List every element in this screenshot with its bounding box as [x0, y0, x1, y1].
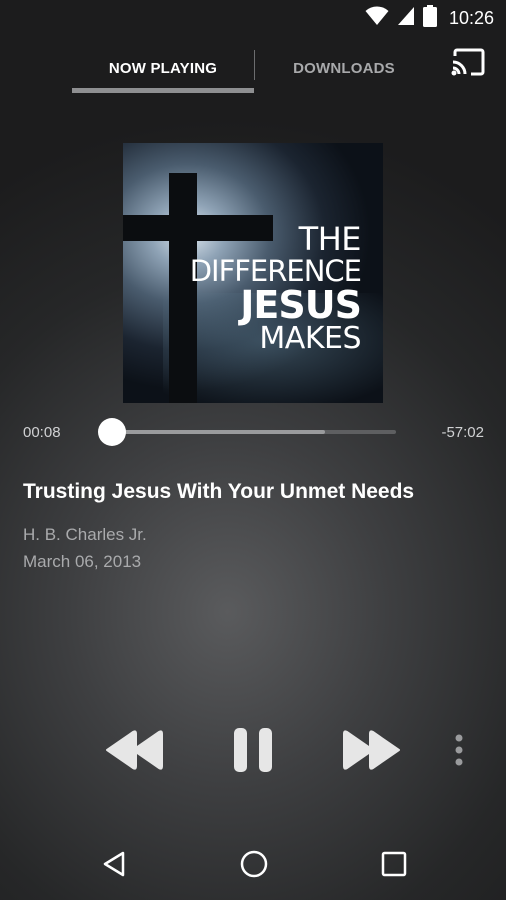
- seek-bar[interactable]: [112, 430, 396, 434]
- seek-buffer: [112, 430, 325, 434]
- rewind-icon: [103, 728, 167, 777]
- more-vert-icon: [454, 733, 464, 772]
- wifi-icon: [365, 6, 389, 31]
- recents-icon: [381, 851, 407, 882]
- navigation-bar: [0, 832, 506, 900]
- status-time: 10:26: [448, 7, 494, 28]
- battery-icon: [422, 4, 437, 32]
- playback-controls: [0, 720, 506, 784]
- fast-forward-icon: [339, 728, 403, 777]
- recents-button[interactable]: [364, 844, 424, 888]
- fast-forward-button[interactable]: [336, 720, 406, 784]
- tab-divider: [254, 50, 255, 80]
- pause-button[interactable]: [222, 720, 286, 784]
- home-button[interactable]: [224, 844, 284, 888]
- back-button[interactable]: [84, 844, 144, 888]
- rewind-button[interactable]: [100, 720, 170, 784]
- seek-thumb[interactable]: [98, 418, 126, 446]
- album-art-text: THE DIFFERENCE JESUS MAKES: [189, 220, 362, 356]
- more-options-button[interactable]: [444, 720, 474, 784]
- tab-now-playing[interactable]: NOW PLAYING: [72, 44, 254, 92]
- album-art-line-4: MAKES: [259, 321, 361, 356]
- album-art-line-1: THE: [298, 220, 362, 258]
- elapsed-time: 00:08: [23, 424, 61, 441]
- album-art: THE DIFFERENCE JESUS MAKES: [123, 143, 383, 403]
- status-bar: 10:26: [0, 0, 506, 36]
- album-art-line-2: DIFFERENCE: [189, 254, 362, 288]
- track-artist: H. B. Charles Jr.: [23, 525, 147, 544]
- tab-downloads[interactable]: DOWNLOADS: [256, 44, 432, 92]
- home-icon: [239, 849, 269, 884]
- album-art-line-3: JESUS: [240, 283, 362, 327]
- cast-icon: [451, 48, 485, 81]
- status-icons: 10:26: [365, 4, 494, 32]
- cast-button[interactable]: [450, 48, 486, 80]
- pause-icon: [232, 726, 276, 779]
- track-title: Trusting Jesus With Your Unmet Needs: [23, 480, 415, 503]
- remaining-time: -57:02: [441, 424, 484, 441]
- tab-bar: NOW PLAYING DOWNLOADS: [72, 44, 432, 96]
- track-date: March 06, 2013: [23, 552, 142, 571]
- signal-icon: [397, 6, 415, 31]
- tab-indicator: [72, 88, 254, 93]
- back-icon: [101, 850, 127, 883]
